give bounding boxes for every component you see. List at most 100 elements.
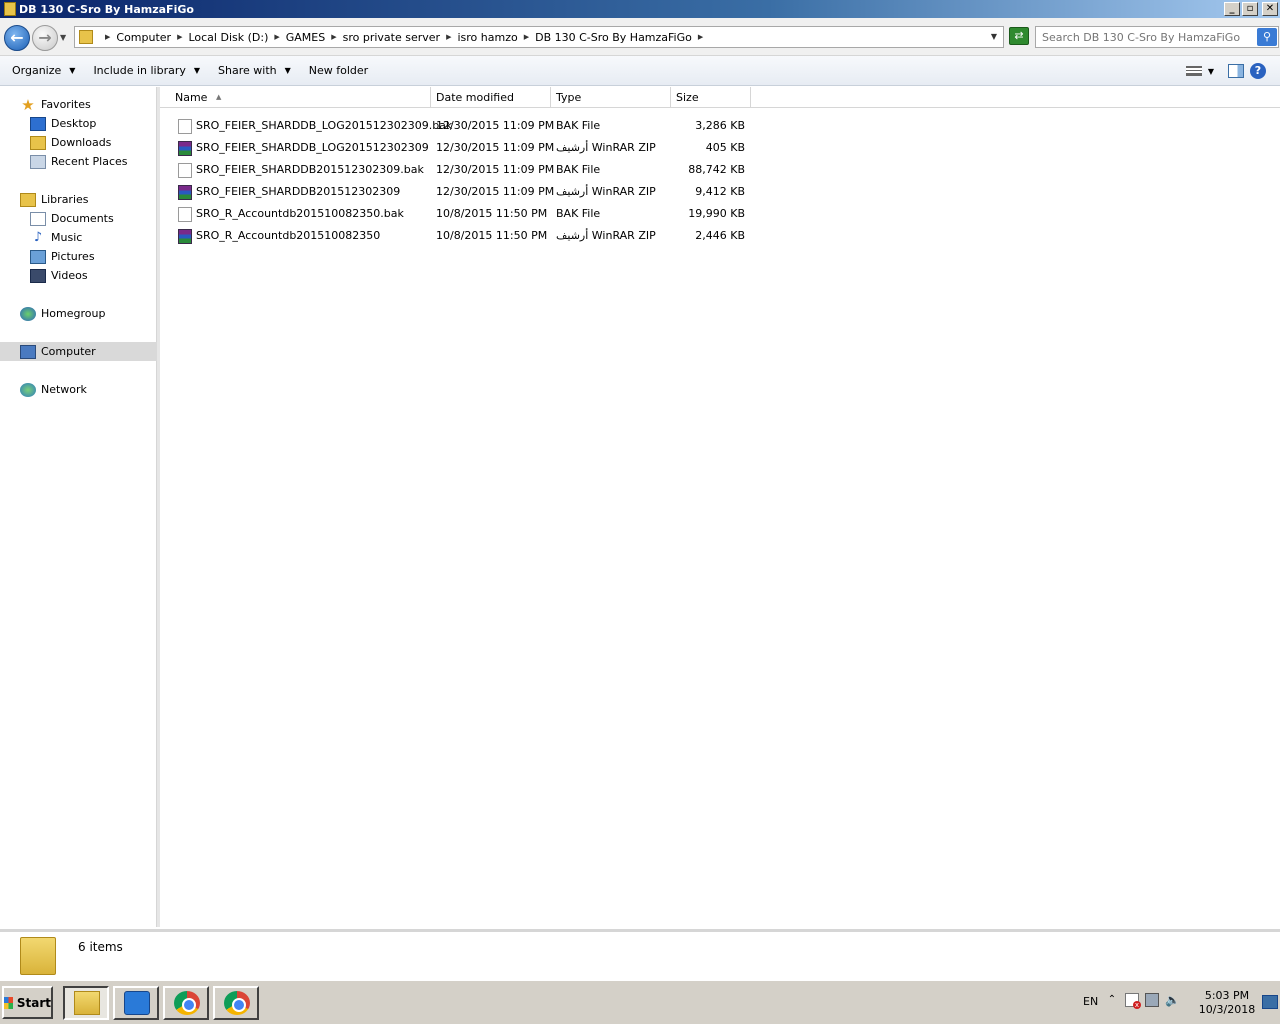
chevron-down-icon[interactable]: ▼ bbox=[1208, 67, 1214, 76]
chevron-right-icon[interactable]: ▶ bbox=[331, 33, 336, 41]
chevron-right-icon[interactable]: ▶ bbox=[105, 33, 110, 41]
nav-computer[interactable]: Computer bbox=[0, 342, 157, 361]
chevron-right-icon[interactable]: ▶ bbox=[274, 33, 279, 41]
nav-favorites[interactable]: ★ Favorites bbox=[0, 95, 157, 114]
folder-icon bbox=[4, 2, 16, 16]
nav-network[interactable]: Network bbox=[0, 380, 157, 399]
breadcrumb-current-folder[interactable]: DB 130 C-Sro By HamzaFiGo bbox=[535, 31, 692, 44]
refresh-button[interactable]: ⇄ bbox=[1009, 27, 1029, 45]
language-indicator[interactable]: EN bbox=[1083, 995, 1098, 1008]
breadcrumb-isro-hamzo[interactable]: isro hamzo bbox=[457, 31, 517, 44]
music-note-icon: ♪ bbox=[33, 229, 43, 245]
nav-libraries[interactable]: Libraries bbox=[0, 190, 157, 209]
nav-pictures[interactable]: Pictures bbox=[0, 247, 157, 266]
nav-downloads[interactable]: Downloads bbox=[0, 133, 157, 152]
file-row[interactable]: SRO_FEIER_SHARDDB_LOG201512302309 12/30/… bbox=[160, 137, 1280, 159]
documents-icon bbox=[30, 211, 46, 226]
details-pane: 6 items bbox=[0, 929, 1280, 978]
file-row[interactable]: SRO_R_Accountdb201510082350.bak 10/8/201… bbox=[160, 203, 1280, 225]
downloads-folder-icon bbox=[30, 135, 46, 150]
file-row[interactable]: SRO_FEIER_SHARDDB_LOG201512302309.bak 12… bbox=[160, 115, 1280, 137]
breadcrumb-games[interactable]: GAMES bbox=[286, 31, 325, 44]
taskbar-app-chrome[interactable] bbox=[163, 986, 209, 1020]
forward-button[interactable]: → bbox=[32, 25, 58, 51]
help-icon[interactable]: ? bbox=[1250, 63, 1266, 79]
taskbar-app-explorer[interactable] bbox=[63, 986, 109, 1020]
minimize-button[interactable]: _ bbox=[1224, 2, 1240, 16]
nav-label: Computer bbox=[41, 345, 96, 358]
action-center-flag-icon[interactable] bbox=[1125, 993, 1141, 1009]
nav-homegroup[interactable]: Homegroup bbox=[0, 304, 157, 323]
column-header: Name ▲ Date modified Type Size bbox=[160, 87, 1280, 108]
file-list: Name ▲ Date modified Type Size SRO_FEIER… bbox=[160, 87, 1280, 927]
close-button[interactable]: ✕ bbox=[1262, 2, 1278, 16]
share-with-button[interactable]: Share with ▼ bbox=[212, 64, 297, 77]
start-button[interactable]: Start bbox=[2, 986, 53, 1019]
column-date-modified[interactable]: Date modified bbox=[431, 87, 551, 108]
taskbar-app-media-player[interactable] bbox=[113, 986, 159, 1020]
address-history-dropdown[interactable]: ▼ bbox=[991, 32, 997, 41]
column-type[interactable]: Type bbox=[551, 87, 671, 108]
file-name: SRO_FEIER_SHARDDB201512302309.bak bbox=[196, 163, 424, 176]
address-row: ← → ▼ ▶ Computer ▶ Local Disk (D:) ▶ GAM… bbox=[0, 18, 1280, 56]
recent-pages-dropdown[interactable]: ▼ bbox=[60, 33, 66, 42]
videos-icon bbox=[30, 268, 46, 283]
navigation-pane: ★ Favorites Desktop Downloads Recent Pla… bbox=[0, 87, 157, 927]
chevron-right-icon[interactable]: ▶ bbox=[177, 33, 182, 41]
taskbar-app-chrome[interactable] bbox=[213, 986, 259, 1020]
nav-label: Videos bbox=[51, 269, 88, 282]
file-date: 12/30/2015 11:09 PM bbox=[436, 141, 555, 154]
pictures-icon bbox=[30, 249, 46, 264]
search-box[interactable]: ⚲ bbox=[1035, 26, 1279, 48]
nav-desktop[interactable]: Desktop bbox=[0, 114, 157, 133]
star-icon: ★ bbox=[21, 95, 35, 114]
chevron-right-icon[interactable]: ▶ bbox=[524, 33, 529, 41]
clock[interactable]: 5:03 PM 10/3/2018 bbox=[1197, 989, 1257, 1017]
show-desktop-icon[interactable] bbox=[1262, 995, 1278, 1009]
breadcrumb-computer[interactable]: Computer bbox=[116, 31, 171, 44]
nav-music[interactable]: ♪ Music bbox=[0, 228, 157, 247]
nav-videos[interactable]: Videos bbox=[0, 266, 157, 285]
nav-label: Network bbox=[41, 383, 87, 396]
chevron-right-icon[interactable]: ▶ bbox=[698, 33, 703, 41]
nav-documents[interactable]: Documents bbox=[0, 209, 157, 228]
nav-recent-places[interactable]: Recent Places bbox=[0, 152, 157, 171]
column-name-label: Name bbox=[175, 91, 208, 104]
file-row[interactable]: SRO_R_Accountdb201510082350 10/8/2015 11… bbox=[160, 225, 1280, 247]
winrar-archive-icon bbox=[178, 229, 192, 244]
file-size: 9,412 KB bbox=[695, 185, 745, 198]
address-bar[interactable]: ▶ Computer ▶ Local Disk (D:) ▶ GAMES ▶ s… bbox=[74, 26, 1004, 48]
file-date: 12/30/2015 11:09 PM bbox=[436, 185, 555, 198]
folder-icon bbox=[20, 937, 56, 975]
nav-label: Pictures bbox=[51, 250, 95, 263]
libraries-icon bbox=[20, 192, 36, 207]
show-hidden-icons-icon[interactable]: ⌃ bbox=[1105, 993, 1119, 1007]
view-options-icon[interactable] bbox=[1185, 66, 1202, 76]
file-row[interactable]: SRO_FEIER_SHARDDB201512302309.bak 12/30/… bbox=[160, 159, 1280, 181]
search-icon[interactable]: ⚲ bbox=[1257, 28, 1277, 46]
chevron-down-icon: ▼ bbox=[284, 66, 291, 75]
search-input[interactable] bbox=[1042, 28, 1252, 46]
chrome-icon bbox=[174, 991, 200, 1015]
nav-label: Documents bbox=[51, 212, 114, 225]
volume-icon[interactable]: 🔈 bbox=[1165, 993, 1180, 1007]
maximize-button[interactable]: ▫ bbox=[1242, 2, 1258, 16]
breadcrumb-local-disk[interactable]: Local Disk (D:) bbox=[188, 31, 268, 44]
clock-time: 5:03 PM bbox=[1204, 989, 1250, 1002]
file-type: أرشيف WinRAR ZIP bbox=[556, 185, 656, 198]
chevron-right-icon[interactable]: ▶ bbox=[446, 33, 451, 41]
title-bar[interactable]: DB 130 C-Sro By HamzaFiGo _ ▫ ✕ bbox=[0, 0, 1280, 18]
network-status-icon[interactable] bbox=[1145, 993, 1159, 1007]
breadcrumb-sro-private-server[interactable]: sro private server bbox=[343, 31, 440, 44]
file-row[interactable]: SRO_FEIER_SHARDDB201512302309 12/30/2015… bbox=[160, 181, 1280, 203]
include-in-library-button[interactable]: Include in library ▼ bbox=[87, 64, 206, 77]
column-size[interactable]: Size bbox=[671, 87, 751, 108]
back-button[interactable]: ← bbox=[4, 25, 30, 51]
column-name[interactable]: Name ▲ bbox=[160, 87, 431, 108]
file-date: 10/8/2015 11:50 PM bbox=[436, 207, 548, 220]
preview-pane-icon[interactable] bbox=[1228, 64, 1244, 78]
window-title: DB 130 C-Sro By HamzaFiGo bbox=[19, 2, 194, 16]
organize-button[interactable]: Organize ▼ bbox=[6, 64, 81, 77]
breadcrumb: ▶ Computer ▶ Local Disk (D:) ▶ GAMES ▶ s… bbox=[99, 31, 709, 44]
new-folder-button[interactable]: New folder bbox=[303, 64, 374, 77]
